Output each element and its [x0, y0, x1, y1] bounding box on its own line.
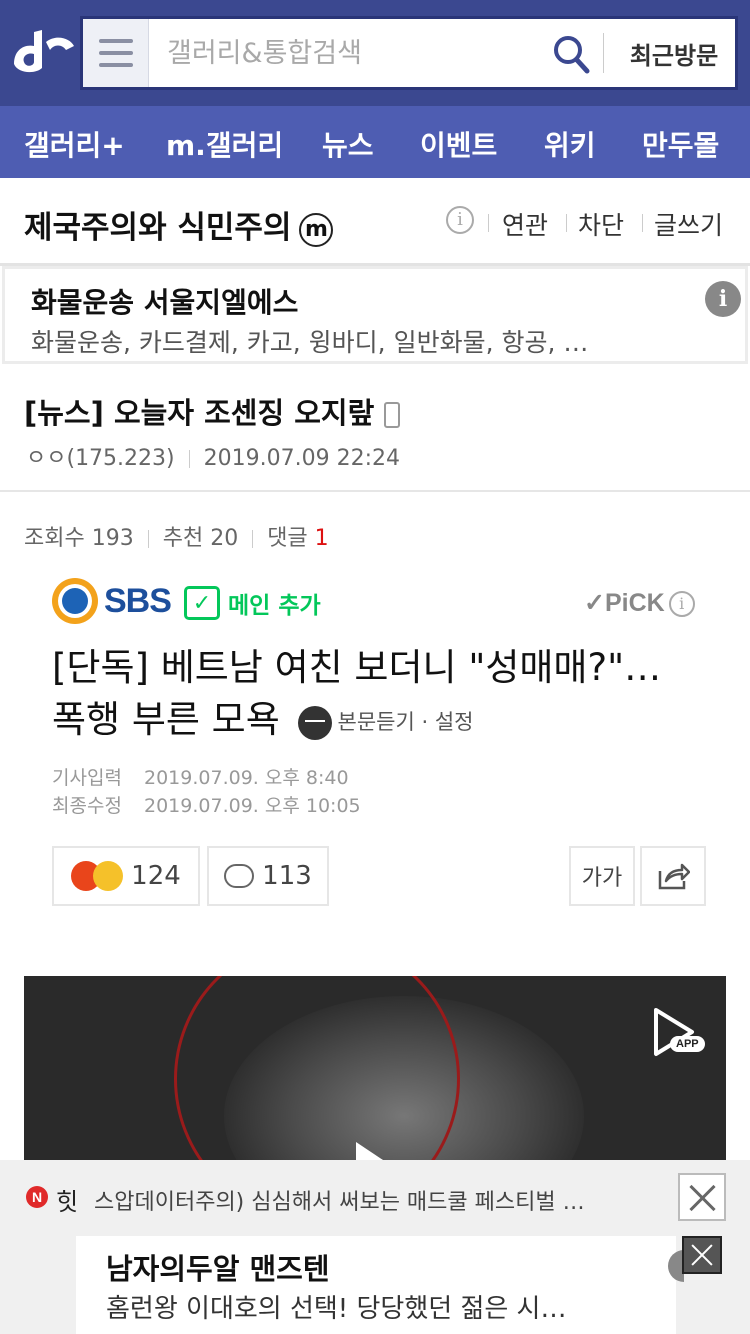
ad-description: 화물운송, 카드결제, 카고, 윙바디, 일반화물, 항공, …	[31, 328, 589, 357]
divider	[252, 530, 254, 548]
menu-line	[98, 63, 133, 67]
bottom-ad-card[interactable]: 남자의두알 맨즈텐 홈런왕 이대호의 선택! 당당했던 젊은 시…	[76, 1236, 676, 1334]
mobile-icon	[384, 402, 401, 428]
post-author[interactable]: ㅇㅇ(175.223)	[26, 446, 175, 471]
comment-count: 113	[262, 861, 312, 891]
comment-count[interactable]: 1	[315, 526, 329, 551]
comment-button[interactable]: 113	[207, 846, 329, 906]
pick-badge: ✓PiCK i	[584, 588, 695, 618]
nav-item-news[interactable]: 뉴스	[322, 124, 374, 164]
divider	[188, 450, 190, 468]
divider	[488, 214, 489, 232]
recent-visits-button[interactable]: 최근방문	[613, 19, 735, 87]
nav-item-mall[interactable]: 만두몰	[642, 124, 719, 164]
share-icon	[658, 863, 690, 890]
comment-label[interactable]: 댓글	[267, 526, 307, 551]
post-title-text: [뉴스] 오늘자 조센징 오지랖	[24, 396, 375, 430]
post-header: [뉴스] 오늘자 조센징 오지랖 ㅇㅇ(175.223) 2019.07.09 2…	[0, 364, 750, 492]
nav-item-wiki[interactable]: 위키	[544, 124, 596, 164]
modified-date: 2019.07.09. 오후 10:05	[144, 795, 361, 817]
hot-post-text[interactable]: 스압데이터주의) 심심해서 써보는 매드쿨 페스티벌 …	[94, 1184, 664, 1216]
main-add-label: 메인 추가	[228, 593, 321, 619]
gallery-header: 제국주의와 식민주의 m i 연관 차단 글쓰기	[0, 178, 750, 266]
info-icon[interactable]: i	[668, 591, 695, 618]
modified-date-label: 최종수정	[52, 795, 122, 817]
write-link[interactable]: 글쓰기	[654, 206, 723, 242]
check-icon: ✓	[184, 586, 220, 620]
post-title: [뉴스] 오늘자 조센징 오지랖	[24, 390, 401, 432]
search-divider	[603, 33, 604, 73]
listen-label: 본문듣기 · 설정	[337, 709, 474, 734]
top-header: 최근방문	[0, 0, 750, 106]
ad-banner[interactable]: 화물운송 서울지엘에스 화물운송, 카드결제, 카고, 윙바디, 일반화물, 항…	[2, 266, 748, 364]
pick-label: ✓PiCK	[584, 589, 665, 617]
post-stats: 조회수 193 추천 20 댓글 1	[24, 520, 329, 552]
input-date-label: 기사입력	[52, 767, 122, 789]
hot-post-bar[interactable]: N 힛 스압데이터주의) 심심해서 써보는 매드쿨 페스티벌 …	[0, 1160, 750, 1234]
sbs-logo-icon	[52, 578, 98, 624]
main-nav: 갤러리+ m.갤러리 뉴스 이벤트 위키 만두몰	[0, 106, 750, 178]
audio-icon	[297, 705, 332, 740]
dc-logo[interactable]	[10, 24, 76, 80]
sad-emoji-icon	[93, 861, 124, 891]
post-date: 2019.07.09 22:24	[203, 446, 400, 471]
main-add-button[interactable]: ✓ 메인 추가	[184, 586, 321, 620]
bottom-ad-title: 남자의두알 맨즈텐	[106, 1252, 330, 1286]
menu-line	[98, 39, 133, 43]
nav-item-gallery-plus[interactable]: 갤러리+	[24, 124, 125, 164]
article-dates: 기사입력 2019.07.09. 오후 8:40 최종수정 2019.07.09. …	[52, 764, 361, 820]
close-icon[interactable]	[682, 1236, 722, 1274]
bottom-ad: 남자의두알 맨즈텐 홈런왕 이대호의 선택! 당당했던 젊은 시…	[0, 1234, 750, 1334]
nav-item-m-gallery[interactable]: m.갤러리	[166, 124, 283, 164]
search-box: 최근방문	[80, 16, 738, 90]
listen-button[interactable]: 본문듣기 · 설정	[297, 696, 474, 748]
block-link[interactable]: 차단	[578, 206, 624, 242]
related-link[interactable]: 연관	[502, 206, 548, 242]
bottom-ad-description: 홈런왕 이대호의 선택! 당당했던 젊은 시…	[106, 1294, 567, 1324]
input-date: 2019.07.09. 오후 8:40	[144, 767, 349, 789]
app-badge: APP	[670, 1036, 705, 1052]
video-player[interactable]: APP	[24, 976, 726, 1166]
divider	[566, 214, 567, 232]
press-logo[interactable]: SBS	[52, 576, 172, 626]
font-size-button[interactable]: 가가	[569, 846, 635, 906]
reaction-button[interactable]: 124	[52, 846, 200, 906]
recommend-count: 추천 20	[162, 526, 239, 551]
divider	[147, 530, 149, 548]
nav-item-event[interactable]: 이벤트	[420, 124, 497, 164]
post-meta: ㅇㅇ(175.223) 2019.07.09 22:24	[26, 440, 400, 472]
search-input[interactable]	[167, 33, 547, 73]
close-icon[interactable]	[678, 1173, 726, 1221]
article-headline: [단독] 베트남 여친 보더니 "성매매?"…폭행 부른 모욕 본문듣기 · 설…	[52, 642, 692, 748]
divider	[642, 214, 643, 232]
gallery-title[interactable]: 제국주의와 식민주의 m	[24, 202, 334, 247]
comment-icon	[224, 864, 255, 888]
hot-label: 힛	[56, 1188, 79, 1216]
highlight-circle	[174, 976, 460, 1166]
ad-info-icon[interactable]: i	[705, 281, 741, 317]
view-count: 조회수 193	[24, 526, 134, 551]
info-icon[interactable]: i	[446, 206, 474, 234]
menu-line	[98, 51, 133, 55]
ad-title: 화물운송 서울지엘에스	[31, 286, 299, 319]
gallery-title-text: 제국주의와 식민주의	[24, 210, 292, 246]
share-button[interactable]	[640, 846, 706, 906]
reaction-count: 124	[131, 861, 181, 891]
press-name: SBS	[104, 581, 172, 620]
menu-button[interactable]	[83, 19, 149, 87]
naver-n-icon: N	[26, 1186, 48, 1208]
search-icon[interactable]	[551, 33, 591, 75]
minor-gallery-badge: m	[299, 212, 334, 247]
